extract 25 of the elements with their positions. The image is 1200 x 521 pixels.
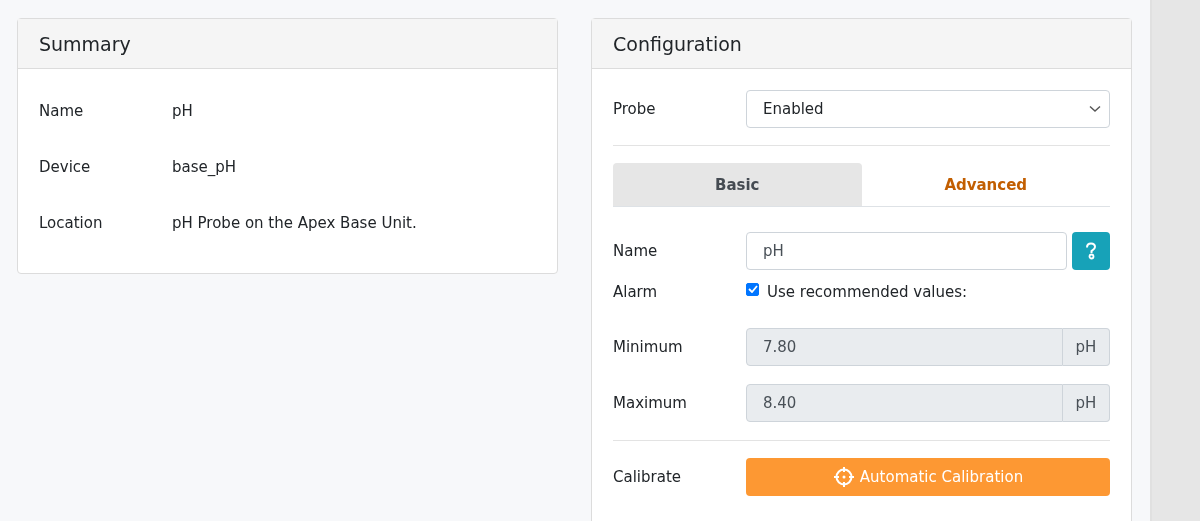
field-label: Maximum [613, 394, 688, 412]
field-label: Probe [613, 100, 657, 118]
unit-label: pH [1063, 328, 1110, 366]
crosshair-icon [832, 466, 855, 488]
field-label: Device [39, 158, 92, 176]
checkbox-label: Use recommended values: [767, 283, 968, 301]
probe-select[interactable]: Enabled [746, 90, 1110, 128]
chevron-icon [1089, 105, 1101, 113]
field-label: Alarm [613, 283, 659, 301]
field-label: Name [613, 242, 659, 260]
card-title: Summary [39, 32, 131, 55]
field-value: base_pH [172, 158, 237, 176]
field-label: Name [39, 102, 85, 120]
card-title: Configuration [613, 32, 742, 55]
field-value: pH [172, 102, 193, 120]
field-label: Location [39, 214, 104, 232]
tab[interactable]: Basic [613, 163, 862, 206]
field-label: Minimum [613, 338, 684, 356]
question-icon [1085, 242, 1097, 260]
help-button[interactable] [1072, 232, 1110, 270]
name-input[interactable]: pH [746, 232, 1067, 270]
field-value: pH Probe on the Apex Base Unit. [172, 214, 417, 232]
checkbox[interactable] [746, 282, 759, 296]
unit-label: pH [1063, 384, 1110, 422]
field-label: Calibrate [613, 468, 682, 486]
